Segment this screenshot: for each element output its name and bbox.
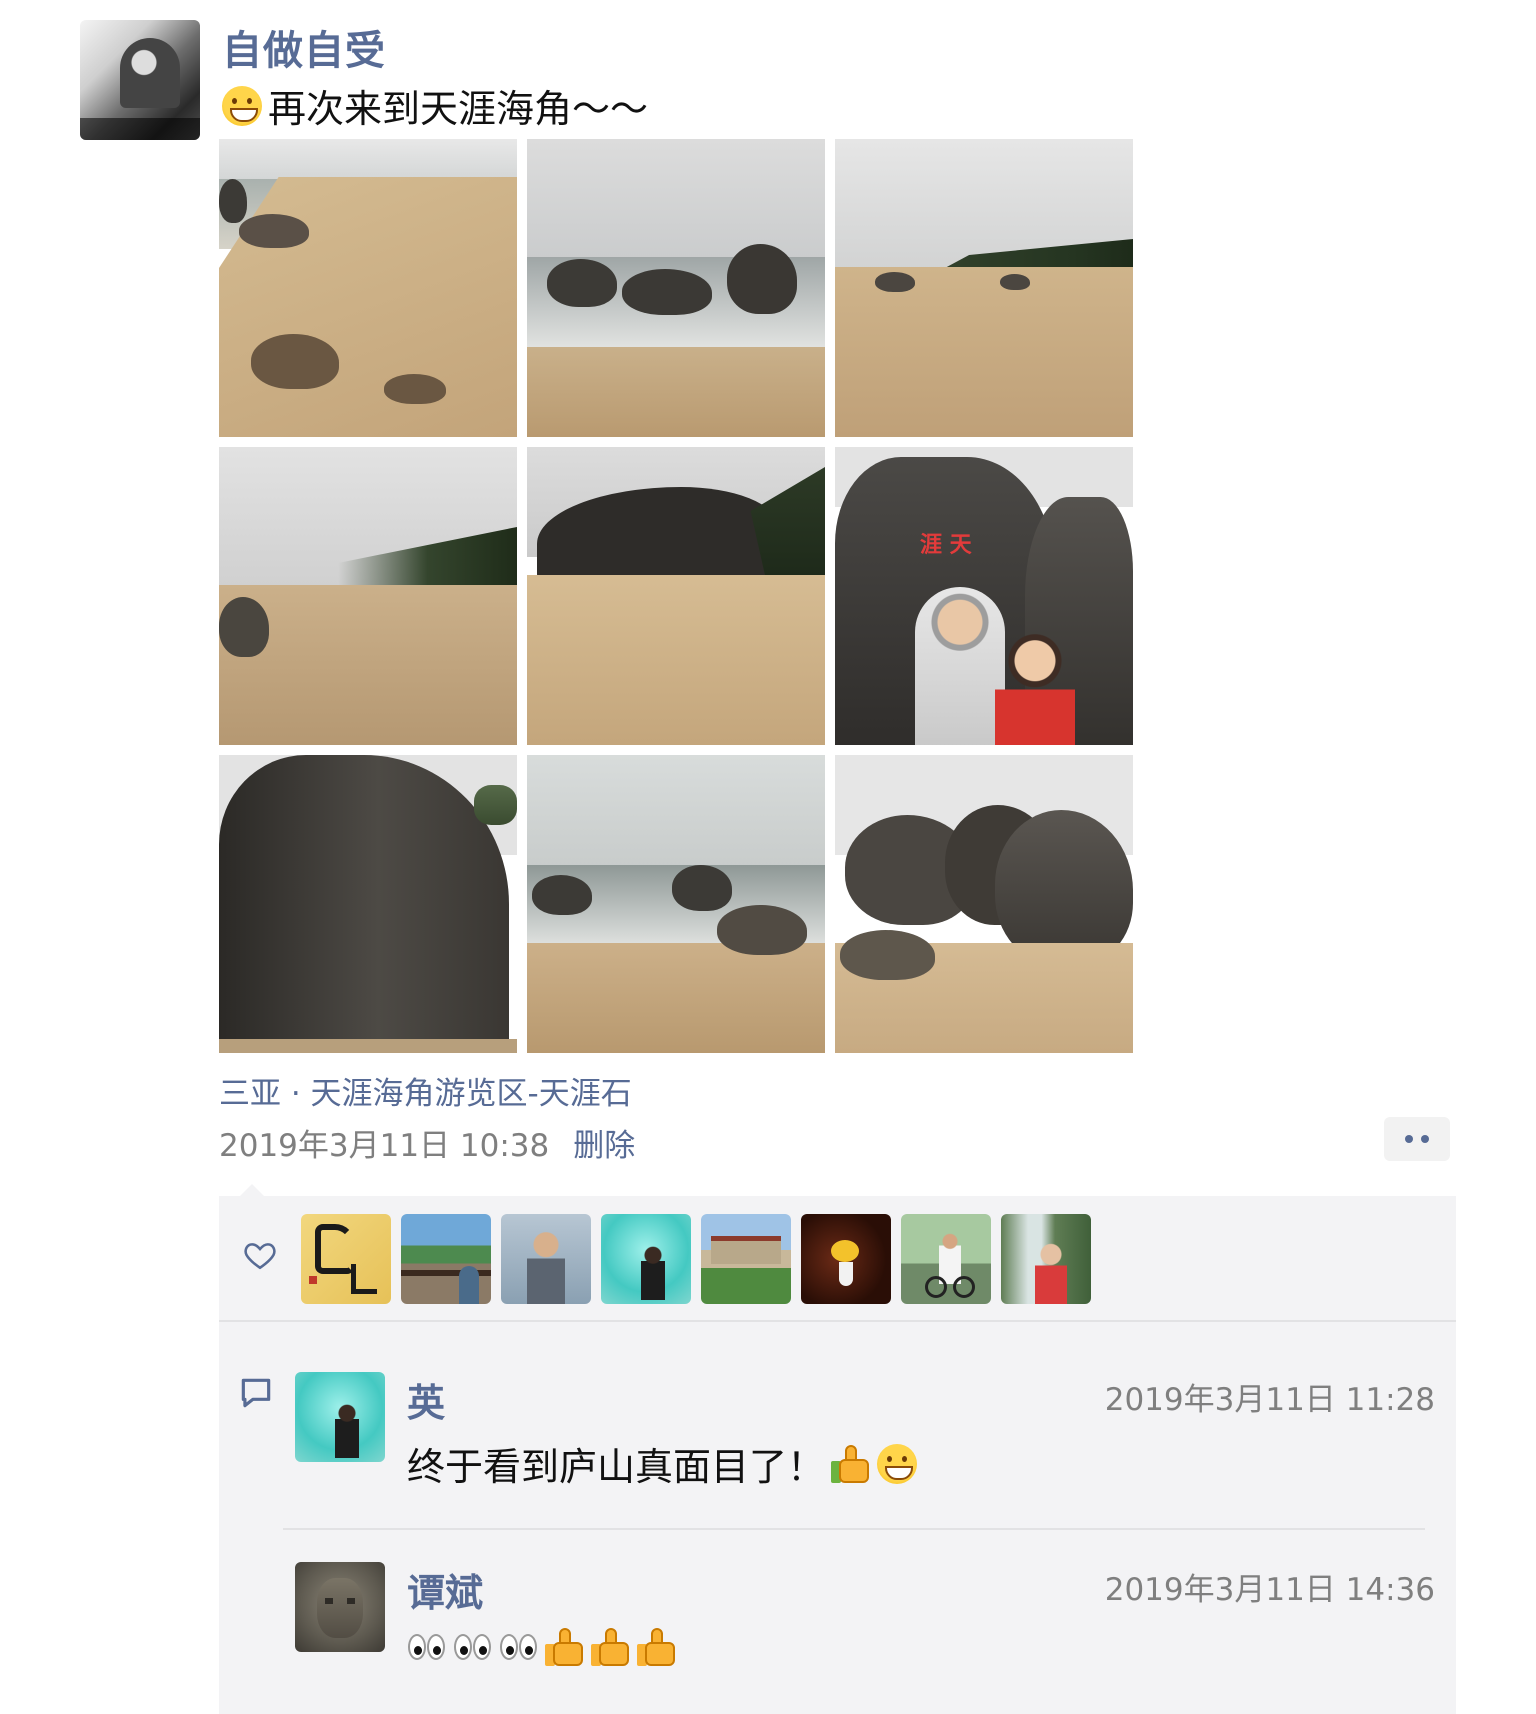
dot [1405,1135,1413,1143]
thumbs-up-emoji [831,1443,871,1485]
like-avatar-6[interactable] [801,1214,891,1304]
comment-item[interactable]: 英 2019年3月11日 11:28 终于看到庐山真面目了！ [295,1372,1435,1489]
eyes-emoji [499,1632,539,1662]
eyes-emoji [407,1632,447,1662]
likes-divider [219,1320,1456,1322]
like-avatar-4[interactable] [601,1214,691,1304]
commenter-avatar[interactable] [295,1372,385,1462]
like-avatar-8[interactable] [1001,1214,1091,1304]
photo-9[interactable] [835,755,1133,1053]
commenter-name[interactable]: 谭斌 [407,1562,483,1617]
interaction-panel: 英 2019年3月11日 11:28 终于看到庐山真面目了！ 谭斌 2019年3… [219,1196,1456,1714]
like-avatar-1[interactable] [301,1214,391,1304]
photo-5[interactable] [527,447,825,745]
like-avatar-5[interactable] [701,1214,791,1304]
photo-2[interactable] [527,139,825,437]
author-name[interactable]: 自做自受 [222,18,386,76]
grinning-face-emoji [222,85,262,126]
like-avatar-2[interactable] [401,1214,491,1304]
likes-row [219,1196,1456,1320]
photo-8[interactable] [527,755,825,1053]
avatar-caption-strip [80,118,200,140]
photo-3[interactable] [835,139,1133,437]
panel-pointer [240,1184,264,1196]
thumbs-up-emoji [591,1626,631,1668]
photo-6[interactable]: 涯 天 [835,447,1133,745]
comment-time: 2019年3月11日 14:36 [1104,1572,1435,1608]
comment-time: 2019年3月11日 11:28 [1104,1382,1435,1418]
photo-4[interactable] [219,447,517,745]
comment-item[interactable]: 谭斌 2019年3月11日 14:36 [295,1562,1435,1666]
comment-text-content: 终于看到庐山真面目了！ [407,1445,826,1489]
more-dots-icon[interactable] [1384,1117,1450,1161]
thumbs-up-emoji [545,1626,585,1668]
thumbs-up-emoji [637,1626,677,1668]
avatar-figure [120,38,180,108]
comment-divider [283,1528,1425,1530]
comment-text [407,1626,677,1668]
photo-1[interactable] [219,139,517,437]
dot [1421,1135,1429,1143]
heart-icon [244,1243,276,1270]
commenter-name[interactable]: 英 [407,1372,445,1427]
comment-icon [241,1378,271,1408]
commenter-avatar[interactable] [295,1562,385,1652]
grinning-face-emoji [877,1443,918,1484]
like-avatar-3[interactable] [501,1214,591,1304]
location-link[interactable]: 三亚 · 天涯海角游览区-天涯石 [219,1068,632,1113]
eyes-emoji [453,1632,493,1662]
delete-button[interactable]: 删除 [573,1120,635,1165]
photo-7[interactable] [219,755,517,1053]
post-timestamp: 2019年3月11日 10:38 [219,1128,550,1164]
moments-post: 自做自受 再次来到天涯海角～～ 涯 天 三亚 · 天涯海角游览区-天涯石 201… [0,0,1536,1714]
post-text: 再次来到天涯海角～～ [222,78,648,133]
post-meta: 2019年3月11日 10:38 删除 [219,1120,635,1165]
like-avatar-7[interactable] [901,1214,991,1304]
comment-text: 终于看到庐山真面目了！ [407,1436,918,1491]
post-text-content: 再次来到天涯海角～～ [268,87,649,131]
author-avatar[interactable] [80,20,200,140]
